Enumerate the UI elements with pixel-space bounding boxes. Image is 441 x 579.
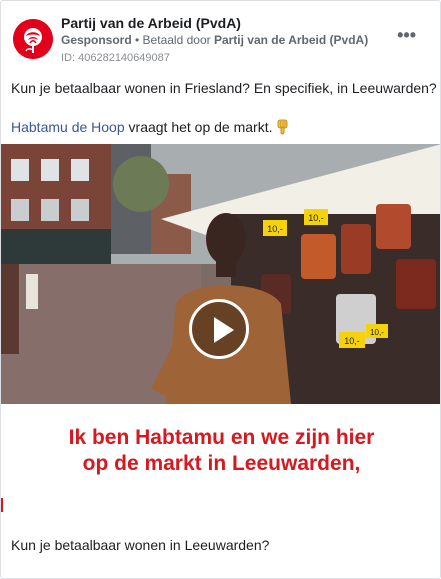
mention-link[interactable]: Habtamu de Hoop — [11, 119, 125, 135]
post-text-rest: vraagt het op de markt. — [124, 119, 273, 135]
subtitle-line1: Ik ben Habtamu en we zijn hier — [68, 426, 375, 449]
price-tag-2: 10,- — [267, 224, 283, 234]
video-player[interactable]: 10,- 10,- 10,- 10,- — [1, 144, 440, 404]
video-progress-marker — [1, 498, 3, 512]
ad-caption[interactable]: Kun je betaalbaar wonen in Leeuwarden? — [11, 537, 269, 553]
price-tag-3: 10,- — [344, 336, 360, 346]
paid-by-name: Partij van de Arbeid (PvdA) — [213, 33, 369, 47]
ad-card: Partij van de Arbeid (PvdA) Gesponsord •… — [0, 0, 441, 579]
sponsor-line: Gesponsord • Betaald door Partij van de … — [61, 33, 368, 47]
video-play-button[interactable] — [189, 299, 249, 359]
sponsored-label: Gesponsord — [61, 33, 132, 47]
rose-logo-icon — [13, 19, 53, 59]
paid-by-prefix: • Betaald door — [131, 33, 214, 47]
pointing-down-hand-icon — [277, 119, 287, 135]
page-name-link[interactable]: Partij van de Arbeid (PvdA) — [61, 15, 241, 31]
ad-id: ID: 406282140649087 — [61, 52, 170, 64]
price-tag-4: 10,- — [370, 328, 384, 337]
subtitle-line2: op de markt in Leeuwarden, — [82, 452, 361, 475]
post-text-line2: Habtamu de Hoop vraagt het op de markt. — [11, 119, 290, 135]
price-tag-1: 10,- — [308, 213, 324, 223]
pvda-logo-avatar[interactable] — [13, 19, 53, 59]
ad-header: Partij van de Arbeid (PvdA) Gesponsord •… — [11, 15, 430, 65]
video-frame-market-scene: 10,- 10,- 10,- 10,- — [1, 144, 440, 404]
post-text-line1: Kun je betaalbaar wonen in Friesland? En… — [11, 80, 437, 96]
video-subtitle-area: Ik ben Habtamu en we zijn hier op de mar… — [1, 404, 440, 504]
more-options-icon[interactable]: ••• — [397, 26, 416, 44]
